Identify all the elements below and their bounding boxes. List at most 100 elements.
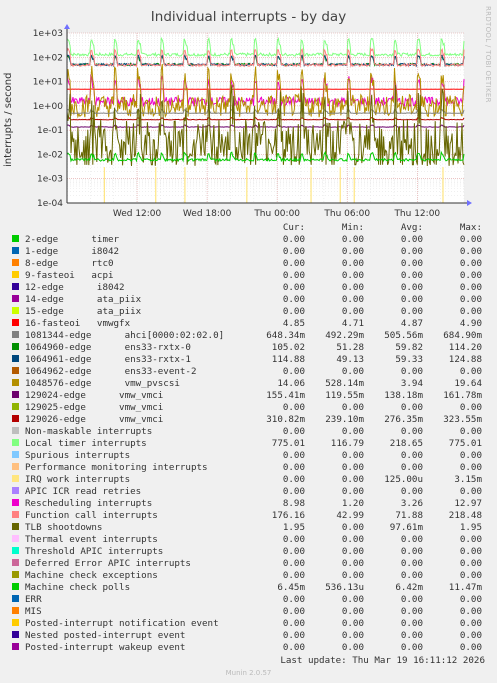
legend-label: 15-edge ata_piix <box>25 306 142 317</box>
legend-min: 4.71 <box>341 318 364 329</box>
legend-max: 0.00 <box>459 570 482 581</box>
legend-label: 14-edge ata_piix <box>25 294 142 305</box>
legend-label: 8-edge rtc0 <box>25 258 114 269</box>
legend-avg: 0.00 <box>400 426 423 437</box>
legend-max: 218.48 <box>448 510 482 521</box>
legend-min: 0.00 <box>341 258 364 269</box>
legend-min: 42.99 <box>336 510 364 521</box>
legend-cur: 0.00 <box>282 294 305 305</box>
x-tick-label: Thu 00:00 <box>253 209 300 219</box>
legend-row: 129025-edge vmw_vmci 0.00 0.00 0.00 0.00 <box>12 402 482 414</box>
legend-row: Performance monitoring interrupts 0.00 0.0… <box>12 462 482 474</box>
legend-avg: 0.00 <box>400 558 423 569</box>
legend-color-swatch <box>12 319 19 326</box>
legend-label: APIC ICR read retries <box>25 486 142 497</box>
legend-cur: 0.00 <box>282 630 305 641</box>
legend-cur: 0.00 <box>282 642 305 653</box>
legend-swatch <box>12 438 25 450</box>
legend-min: 0.00 <box>341 546 364 557</box>
legend-avg: 276.35m <box>384 414 423 425</box>
legend-min: 0.00 <box>341 486 364 497</box>
legend-color-swatch <box>12 439 19 446</box>
legend-max: 0.00 <box>459 366 482 377</box>
legend-max: 4.90 <box>459 318 482 329</box>
legend-row: 12-edge i8042 0.00 0.00 0.00 0.00 <box>12 282 482 294</box>
legend-cur: 4.85 <box>282 318 305 329</box>
x-tick-label: Thu 06:00 <box>323 209 370 219</box>
legend-max: 0.00 <box>459 258 482 269</box>
legend-max: 0.00 <box>459 630 482 641</box>
x-tick-label: Wed 12:00 <box>113 209 162 219</box>
legend-max: 0.00 <box>459 606 482 617</box>
legend-avg: 0.00 <box>400 618 423 629</box>
legend-label: Nested posted-interrupt event <box>25 630 186 641</box>
y-tick-label: 1e-04 <box>37 199 63 209</box>
legend-row: Threshold APIC interrupts 0.00 0.00 0.00 0.0… <box>12 546 482 558</box>
legend-color-swatch <box>12 523 19 530</box>
legend-row: 9-fasteoi acpi 0.00 0.00 0.00 0.00 <box>12 270 482 282</box>
legend-avg: 0.00 <box>400 258 423 269</box>
legend-max: 0.00 <box>459 642 482 653</box>
legend-min: 0.00 <box>341 594 364 605</box>
legend-label: Function call interrupts <box>25 510 158 521</box>
last-update: Last update: Thu Mar 19 16:11:12 2026 <box>280 655 485 666</box>
legend-color-swatch <box>12 583 19 590</box>
legend-cur: 14.06 <box>277 378 305 389</box>
legend-row: TLB shootdowns 1.95 0.00 97.61m 1.95 <box>12 522 482 534</box>
legend-color-swatch <box>12 343 19 350</box>
legend-row: 1064962-edge ens33-event-2 0.00 0.00 0.00 0.… <box>12 366 482 378</box>
legend-swatch <box>12 270 25 282</box>
legend-color-swatch <box>12 283 19 290</box>
legend-cur: 0.00 <box>282 570 305 581</box>
y-tick-label: 1e+02 <box>33 53 63 63</box>
legend-row: 16-fasteoi vmwgfx 4.85 4.71 4.87 4.90 <box>12 318 482 330</box>
y-tick-label: 1e-02 <box>37 150 63 160</box>
legend-min: 0.00 <box>341 306 364 317</box>
legend-label: Local timer interrupts <box>25 438 147 449</box>
legend-label: 9-fasteoi acpi <box>25 270 114 281</box>
legend-row: Posted-interrupt wakeup event 0.00 0.00 0.0… <box>12 642 482 654</box>
legend-max: 0.00 <box>459 450 482 461</box>
legend-cur: 8.98 <box>282 498 305 509</box>
legend-min: 0.00 <box>341 426 364 437</box>
legend-cur: 0.00 <box>282 426 305 437</box>
legend-cur: 0.00 <box>282 402 305 413</box>
legend-min: 0.00 <box>341 294 364 305</box>
legend-row: 1-edge i8042 0.00 0.00 0.00 0.00 <box>12 246 482 258</box>
legend-swatch <box>12 402 25 414</box>
legend-min: 0.00 <box>341 282 364 293</box>
legend-row: 129026-edge vmw_vmci 310.82m 239.10m 276.35… <box>12 414 482 426</box>
legend-cur: 775.01 <box>271 438 305 449</box>
legend-avg: 0.00 <box>400 462 423 473</box>
legend-avg: 0.00 <box>400 306 423 317</box>
legend-max: 0.00 <box>459 462 482 473</box>
legend-cur: 105.02 <box>271 342 305 353</box>
legend-swatch <box>12 390 25 402</box>
legend-max: 0.00 <box>459 426 482 437</box>
legend-row: Local timer interrupts 775.01 116.79 218.65… <box>12 438 482 450</box>
legend-max: 0.00 <box>459 486 482 497</box>
legend-max: 0.00 <box>459 282 482 293</box>
legend-max: 0.00 <box>459 270 482 281</box>
legend-label: 1064961-edge ens33-rxtx-1 <box>25 354 191 365</box>
legend-min: 0.00 <box>341 270 364 281</box>
legend-max: 0.00 <box>459 594 482 605</box>
legend-cur: 155.41m <box>266 390 305 401</box>
legend-max: 0.00 <box>459 558 482 569</box>
legend-label: Rescheduling interrupts <box>25 498 153 509</box>
legend-color-swatch <box>12 595 19 602</box>
legend-min: 0.00 <box>341 618 364 629</box>
legend-row: Deferred Error APIC interrupts 0.00 0.00 0.… <box>12 558 482 570</box>
legend-avg: 0.00 <box>400 570 423 581</box>
legend-label: 129024-edge vmw_vmci <box>25 390 164 401</box>
legend-min: 492.29m <box>325 330 364 341</box>
legend-avg: 0.00 <box>400 546 423 557</box>
legend-cur: 0.00 <box>282 234 305 245</box>
legend-color-swatch <box>12 619 19 626</box>
legend-min: 0.00 <box>341 522 364 533</box>
legend-row: Posted-interrupt notification event 0.00 0… <box>12 618 482 630</box>
legend-color-swatch <box>12 499 19 506</box>
legend-color-swatch <box>12 631 19 638</box>
legend-avg: 3.94 <box>400 378 423 389</box>
legend-color-swatch <box>12 427 19 434</box>
